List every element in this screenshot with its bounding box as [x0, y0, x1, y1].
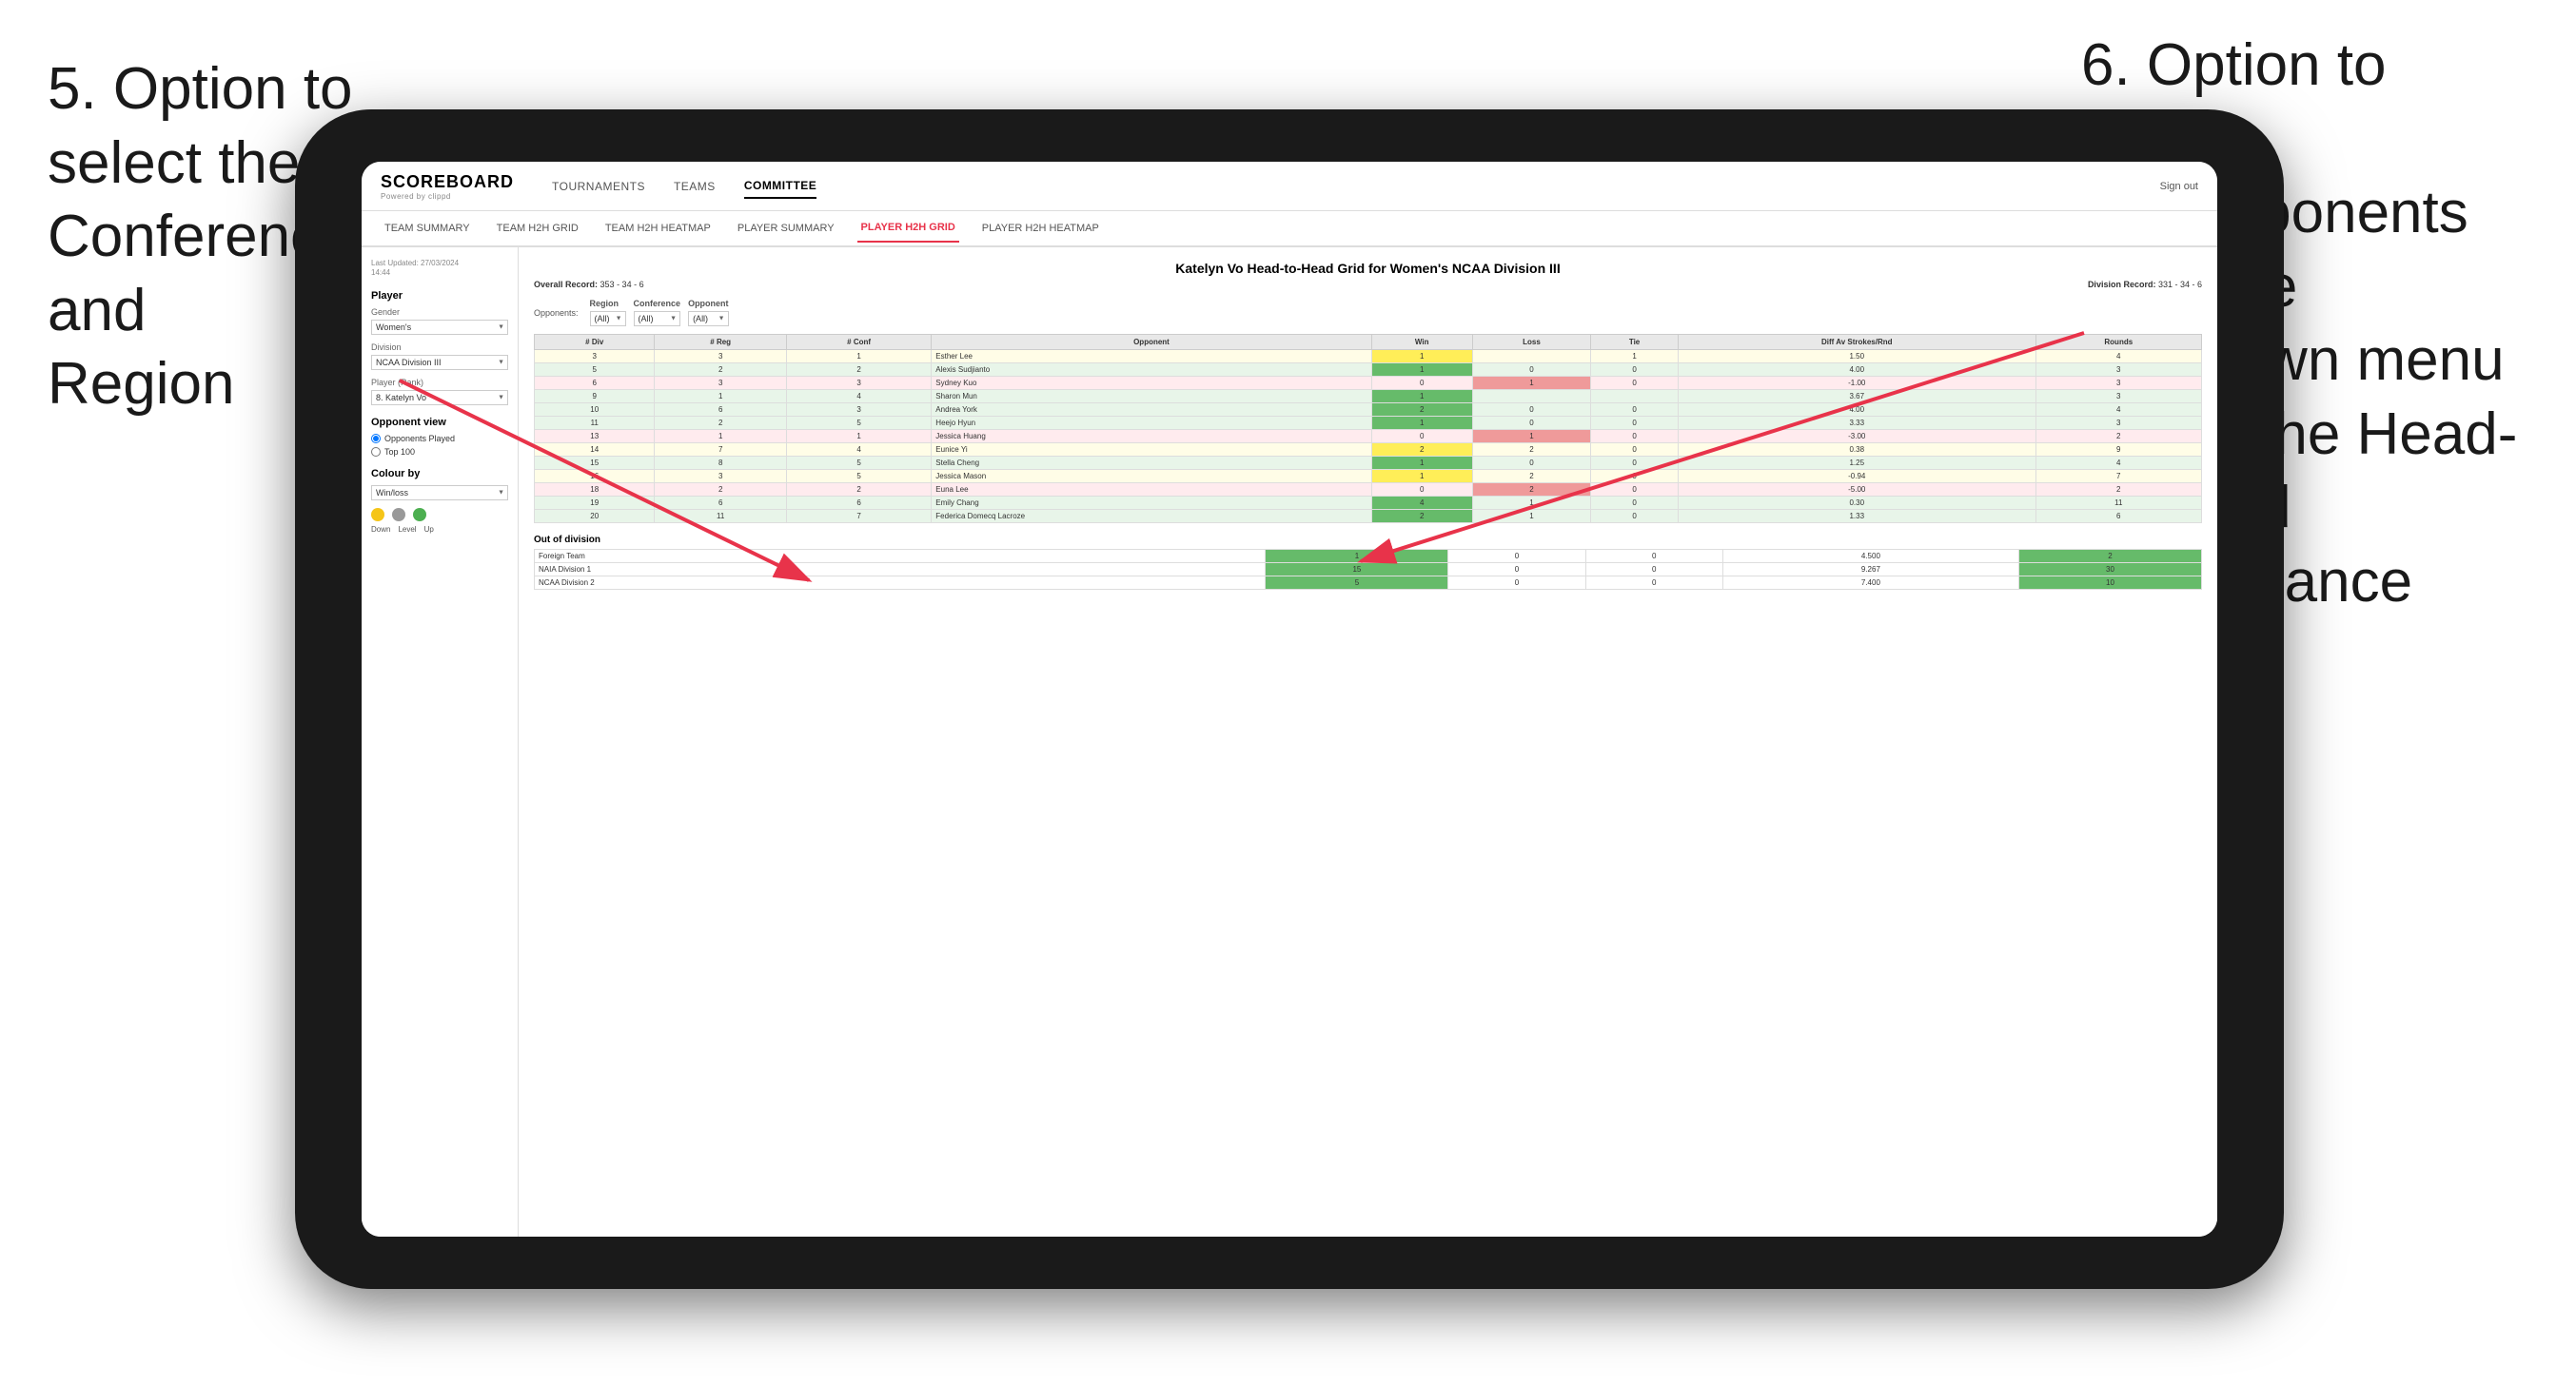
- region-select[interactable]: (All): [590, 311, 626, 326]
- colour-dots: [371, 508, 508, 521]
- filter-conference: Conference (All): [634, 299, 681, 326]
- filter-opponent: Opponent (All): [688, 299, 729, 326]
- table-row: 14 7 4 Eunice Yi 2 2 0 0.38 9: [535, 443, 2202, 457]
- colour-select[interactable]: Win/loss: [371, 485, 508, 500]
- dot-up: [413, 508, 426, 521]
- colour-labels: Down Level Up: [371, 525, 508, 534]
- nav-tab-tournaments[interactable]: TOURNAMENTS: [552, 175, 645, 198]
- player-section-title: Player: [371, 290, 508, 302]
- out-of-division-row: NAIA Division 1 15 0 0 9.267 30: [535, 563, 2202, 576]
- report-title: Katelyn Vo Head-to-Head Grid for Women's…: [534, 261, 2202, 276]
- table-row: 9 1 4 Sharon Mun 1 3.67 3: [535, 390, 2202, 403]
- table-row: 3 3 1 Esther Lee 1 1 1.50 4: [535, 350, 2202, 363]
- tablet-screen: SCOREBOARD Powered by clippd TOURNAMENTS…: [362, 162, 2217, 1237]
- table-header-row: # Div # Reg # Conf Opponent Win Loss Tie…: [535, 335, 2202, 350]
- table-row: 5 2 2 Alexis Sudjianto 1 0 0 4.00 3: [535, 363, 2202, 377]
- player-rank-label: Player (Rank): [371, 378, 508, 387]
- th-opponent: Opponent: [932, 335, 1371, 350]
- out-of-division-table: Foreign Team 1 0 0 4.500 2 NAIA Division…: [534, 549, 2202, 590]
- nav-tab-committee[interactable]: COMMITTEE: [744, 174, 817, 199]
- table-row: 10 6 3 Andrea York 2 0 0 4.00 4: [535, 403, 2202, 417]
- opponent-select[interactable]: (All): [688, 311, 729, 326]
- radio-opponents-played[interactable]: Opponents Played: [371, 434, 508, 443]
- logo-subtitle: Powered by clippd: [381, 192, 514, 201]
- top-nav: TOURNAMENTS TEAMS COMMITTEE: [552, 174, 816, 199]
- table-row: 18 2 2 Euna Lee 0 2 0 -5.00 2: [535, 483, 2202, 497]
- tablet-device: SCOREBOARD Powered by clippd TOURNAMENTS…: [295, 109, 2284, 1289]
- th-win: Win: [1371, 335, 1472, 350]
- table-row: 13 1 1 Jessica Huang 0 1 0 -3.00 2: [535, 430, 2202, 443]
- division-label: Division: [371, 342, 508, 352]
- secondary-nav: TEAM SUMMARY TEAM H2H GRID TEAM H2H HEAT…: [362, 211, 2217, 247]
- division-record: Division Record: 331 - 34 - 6: [2088, 280, 2202, 289]
- division-select-wrapper[interactable]: NCAA Division III NCAA Division I NCAA D…: [371, 355, 508, 370]
- last-updated: Last Updated: 27/03/2024 14:44: [371, 259, 508, 279]
- opponents-label: Opponents:: [534, 308, 579, 318]
- colour-label: Colour by: [371, 468, 508, 479]
- out-of-division-title: Out of division: [534, 535, 2202, 545]
- tab-player-h2h-heatmap[interactable]: PLAYER H2H HEATMAP: [978, 215, 1103, 242]
- th-conf: # Conf: [786, 335, 931, 350]
- filters-row: Opponents: Region (All) Conference: [534, 299, 2202, 326]
- tab-player-h2h-grid[interactable]: PLAYER H2H GRID: [857, 214, 959, 243]
- tab-team-h2h-heatmap[interactable]: TEAM H2H HEATMAP: [601, 215, 715, 242]
- table-row: 20 11 7 Federica Domecq Lacroze 2 1 0 1.…: [535, 510, 2202, 523]
- table-row: 15 8 5 Stella Cheng 1 0 0 1.25 4: [535, 457, 2202, 470]
- table-row: 16 3 5 Jessica Mason 1 2 0 -0.94 7: [535, 470, 2202, 483]
- table-row: 19 6 6 Emily Chang 4 1 0 0.30 11: [535, 497, 2202, 510]
- th-diff: Diff Av Strokes/Rnd: [1678, 335, 2035, 350]
- radio-top-100[interactable]: Top 100: [371, 447, 508, 457]
- nav-tab-teams[interactable]: TEAMS: [674, 175, 716, 198]
- gender-select[interactable]: Women's Men's: [371, 320, 508, 335]
- dot-down: [371, 508, 384, 521]
- sign-out-button[interactable]: Sign out: [2160, 181, 2198, 192]
- data-panel: Katelyn Vo Head-to-Head Grid for Women's…: [519, 247, 2217, 1237]
- main-table-wrap: # Div # Reg # Conf Opponent Win Loss Tie…: [534, 334, 2202, 523]
- colour-select-wrapper[interactable]: Win/loss: [371, 485, 508, 500]
- th-loss: Loss: [1472, 335, 1590, 350]
- records-row: Overall Record: 353 - 34 - 6 Division Re…: [534, 280, 2202, 289]
- gender-label: Gender: [371, 307, 508, 317]
- th-rounds: Rounds: [2035, 335, 2201, 350]
- logo-area: SCOREBOARD Powered by clippd: [381, 172, 514, 201]
- th-tie: Tie: [1591, 335, 1679, 350]
- tab-team-h2h-grid[interactable]: TEAM H2H GRID: [493, 215, 582, 242]
- tab-team-summary[interactable]: TEAM SUMMARY: [381, 215, 474, 242]
- overall-record: Overall Record: 353 - 34 - 6: [534, 280, 644, 289]
- tab-player-summary[interactable]: PLAYER SUMMARY: [734, 215, 838, 242]
- division-select[interactable]: NCAA Division III NCAA Division I NCAA D…: [371, 355, 508, 370]
- th-div: # Div: [535, 335, 655, 350]
- table-row: 11 2 5 Heejo Hyun 1 0 0 3.33 3: [535, 417, 2202, 430]
- gender-select-wrapper[interactable]: Women's Men's: [371, 320, 508, 335]
- table-row: 6 3 3 Sydney Kuo 0 1 0 -1.00 3: [535, 377, 2202, 390]
- out-of-division-table-wrap: Foreign Team 1 0 0 4.500 2 NAIA Division…: [534, 549, 2202, 590]
- opponent-view-title: Opponent view: [371, 417, 508, 428]
- colour-section: Colour by Win/loss Down Level: [371, 468, 508, 534]
- region-label: Region: [590, 299, 626, 308]
- logo-text: SCOREBOARD: [381, 172, 514, 192]
- out-of-division-row: Foreign Team 1 0 0 4.500 2: [535, 550, 2202, 563]
- dot-level: [392, 508, 405, 521]
- left-panel: Last Updated: 27/03/2024 14:44 Player Ge…: [362, 247, 519, 1237]
- main-table: # Div # Reg # Conf Opponent Win Loss Tie…: [534, 334, 2202, 523]
- main-content: Last Updated: 27/03/2024 14:44 Player Ge…: [362, 247, 2217, 1237]
- opponent-view-section: Opponent view Opponents Played Top 100: [371, 417, 508, 457]
- conference-select[interactable]: (All): [634, 311, 681, 326]
- th-reg: # Reg: [655, 335, 786, 350]
- filter-region: Region (All): [590, 299, 626, 326]
- out-of-division-row: NCAA Division 2 5 0 0 7.400 10: [535, 576, 2202, 590]
- conference-label: Conference: [634, 299, 681, 308]
- app-header: SCOREBOARD Powered by clippd TOURNAMENTS…: [362, 162, 2217, 211]
- player-rank-select[interactable]: 8. Katelyn Vo: [371, 390, 508, 405]
- player-rank-select-wrapper[interactable]: 8. Katelyn Vo: [371, 390, 508, 405]
- opponent-label: Opponent: [688, 299, 729, 308]
